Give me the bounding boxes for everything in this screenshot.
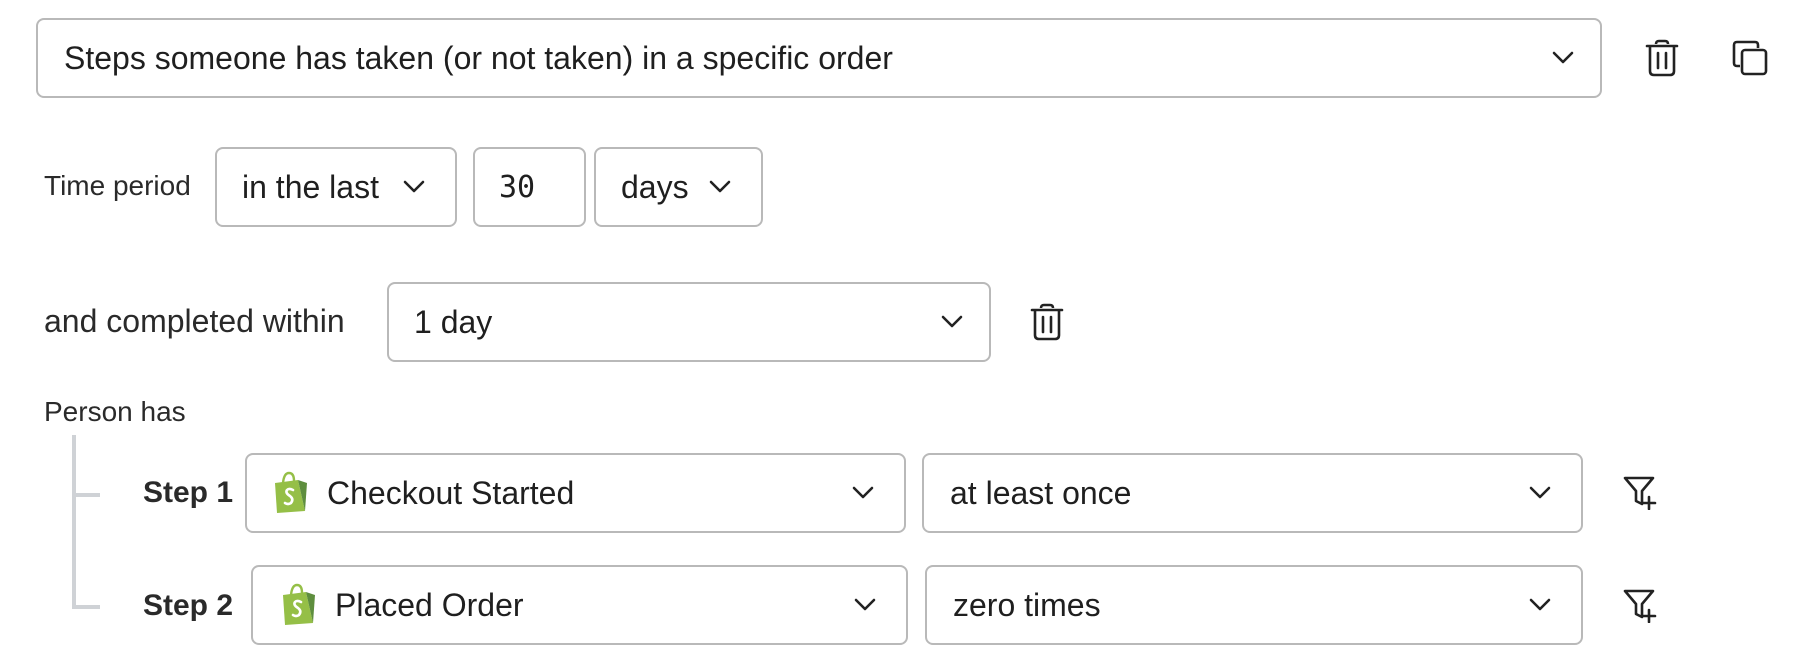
delete-completed-within-button[interactable] [1025, 300, 1069, 344]
condition-type-value: Steps someone has taken (or not taken) i… [64, 39, 893, 76]
copy-icon [1732, 40, 1768, 76]
shopify-bag-icon [283, 583, 315, 625]
step-2-event-value: Placed Order [335, 586, 524, 623]
time-period-amount-value: 30 [499, 169, 536, 205]
chevron-down-icon [941, 315, 963, 328]
steps-tree-line [72, 435, 100, 609]
step-2-frequency-value: zero times [953, 586, 1101, 623]
chevron-down-icon [1529, 598, 1551, 611]
step-1-frequency-value: at least once [950, 474, 1132, 511]
filter-add-icon [1623, 589, 1657, 623]
duplicate-condition-button[interactable] [1728, 36, 1772, 80]
condition-type-select[interactable]: Steps someone has taken (or not taken) i… [36, 18, 1602, 98]
completed-within-value: 1 day [414, 303, 493, 340]
chevron-down-icon [1529, 486, 1551, 499]
completed-within-label: and completed within [44, 303, 345, 339]
step-1-add-filter-button[interactable] [1618, 470, 1662, 514]
time-period-operator-value: in the last [242, 168, 379, 205]
time-period-unit-select[interactable]: days [594, 147, 763, 227]
shopify-bag-icon [275, 471, 307, 513]
step-1-event-select[interactable]: Checkout Started [245, 453, 906, 533]
chevron-down-icon [709, 180, 731, 193]
time-period-unit-value: days [621, 168, 689, 205]
person-has-label: Person has [44, 396, 186, 427]
trash-icon [1645, 39, 1679, 77]
trash-icon [1030, 303, 1064, 341]
time-period-operator-select[interactable]: in the last [215, 147, 457, 227]
time-period-label: Time period [44, 170, 191, 201]
step-2-add-filter-button[interactable] [1618, 583, 1662, 627]
time-period-amount-input[interactable]: 30 [473, 147, 586, 227]
chevron-down-icon [403, 180, 425, 193]
chevron-down-icon [1552, 51, 1574, 64]
delete-condition-button[interactable] [1640, 36, 1684, 80]
step-2-label: Step 2 [143, 589, 234, 622]
step-2-event-select[interactable]: Placed Order [251, 565, 908, 645]
filter-add-icon [1623, 476, 1657, 510]
step-2-frequency-select[interactable]: zero times [925, 565, 1583, 645]
chevron-down-icon [852, 486, 874, 499]
step-1-frequency-select[interactable]: at least once [922, 453, 1583, 533]
chevron-down-icon [854, 598, 876, 611]
step-1-label: Step 1 [143, 476, 234, 509]
completed-within-select[interactable]: 1 day [387, 282, 991, 362]
step-1-event-value: Checkout Started [327, 474, 575, 511]
